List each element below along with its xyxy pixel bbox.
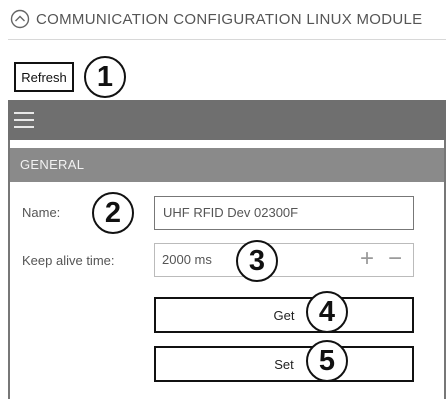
set-button[interactable]: Set xyxy=(154,346,414,382)
keepalive-label: Keep alive time: xyxy=(22,253,115,268)
callout-5: 5 xyxy=(306,340,348,382)
refresh-button[interactable]: Refresh xyxy=(14,62,74,92)
menu-bar xyxy=(8,100,446,140)
section-title: GENERAL xyxy=(20,157,85,172)
decrement-button[interactable]: − xyxy=(384,247,406,271)
title-divider xyxy=(8,39,446,40)
name-input[interactable]: UHF RFID Dev 02300F xyxy=(154,196,414,230)
callout-4: 4 xyxy=(306,291,348,333)
callout-3: 3 xyxy=(236,240,278,282)
window-title: COMMUNICATION CONFIGURATION LINUX MODULE xyxy=(36,11,423,28)
callout-2: 2 xyxy=(92,192,134,234)
name-label: Name: xyxy=(22,205,61,220)
callout-1: 1 xyxy=(84,56,126,98)
collapse-chevron-icon[interactable] xyxy=(10,9,30,29)
hamburger-menu-icon[interactable] xyxy=(14,112,34,128)
keepalive-value: 2000 ms xyxy=(162,252,212,267)
get-button[interactable]: Get xyxy=(154,297,414,333)
increment-button[interactable]: + xyxy=(356,247,378,271)
